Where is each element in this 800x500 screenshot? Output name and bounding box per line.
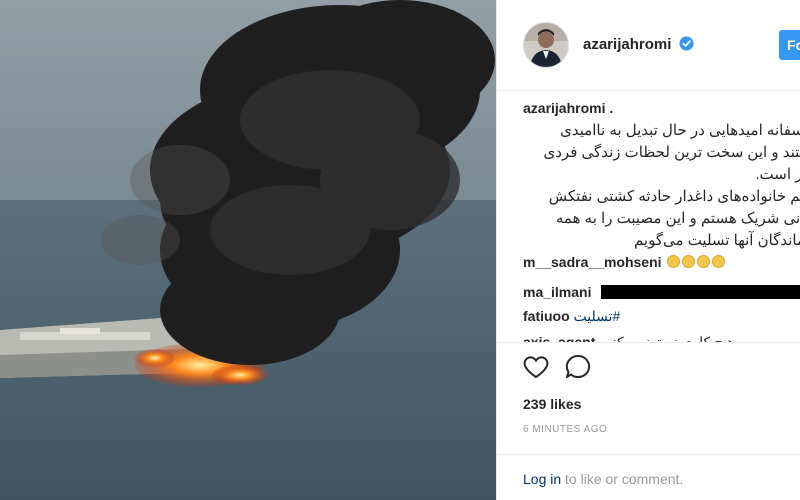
comment-item: m__sadra__mohseni — [523, 254, 726, 270]
avatar[interactable] — [523, 22, 569, 68]
instagram-post-modal: azarijahromi Follow azarijahromi . متاسف… — [0, 0, 800, 500]
avatar-portrait-icon — [524, 23, 568, 67]
comment-username[interactable]: ma_ilmani — [523, 284, 591, 300]
comment-item: axis_agent هیچ کاری نمیتونیم بکنیم — [523, 334, 735, 343]
caption-username[interactable]: azarijahromi . — [523, 100, 613, 116]
burning-tanker-photo — [0, 0, 496, 500]
comment-item: ma_ilmani — [523, 284, 800, 300]
login-bar: Log in to like or comment. — [497, 454, 800, 500]
comment-username[interactable]: m__sadra__mohseni — [523, 254, 662, 270]
post-timestamp[interactable]: 6 MINUTES AGO — [523, 424, 607, 435]
follow-button[interactable]: Follow — [779, 30, 800, 60]
username-link[interactable]: azarijahromi — [583, 36, 671, 53]
hashtag-link[interactable]: تسلیت# — [574, 308, 621, 324]
post-photo[interactable] — [0, 0, 496, 500]
login-link[interactable]: Log in — [523, 471, 561, 487]
comments-list[interactable]: azarijahromi . متاسفانه امیدهایی در حال … — [497, 92, 800, 343]
sad-emoji-icon — [665, 254, 726, 270]
post-side-panel: azarijahromi Follow azarijahromi . متاسف… — [496, 0, 800, 500]
heart-icon[interactable] — [521, 352, 551, 382]
comment-text: هیچ کاری نمیتونیم بکنیم — [599, 334, 735, 343]
caption-text: متاسفانه امیدهایی در حال تبدیل به ناامید… — [543, 122, 800, 249]
redacted-text-block — [601, 285, 800, 299]
verified-badge-icon — [679, 36, 694, 51]
speech-bubble-icon[interactable] — [563, 352, 593, 382]
comment-username[interactable]: axis_agent — [523, 334, 595, 342]
login-prompt-text: to like or comment. — [561, 471, 684, 487]
comment-item: fatiuoo تسلیت# — [523, 308, 620, 325]
login-prompt: Log in to like or comment. — [523, 471, 683, 487]
comment-username[interactable]: fatiuoo — [523, 308, 570, 324]
likes-count[interactable]: 239 likes — [523, 396, 581, 412]
post-header: azarijahromi Follow — [497, 0, 800, 91]
